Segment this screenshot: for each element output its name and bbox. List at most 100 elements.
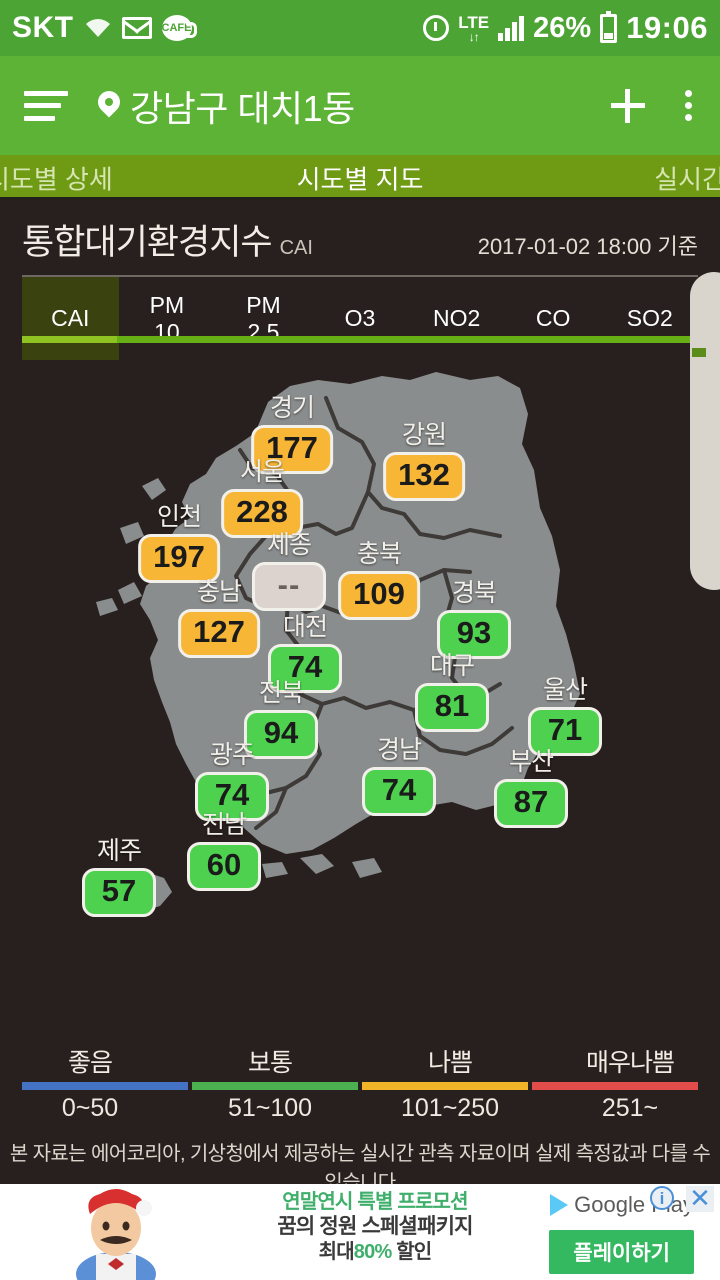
ad-banner[interactable]: 연말연시 특별 프로모션 꿈의 정원 스페셜패키지 최대80% 할인 Googl… xyxy=(0,1184,720,1280)
chef-character-image xyxy=(76,1189,156,1280)
ad-line-2: 꿈의 정원 스페셜패키지 xyxy=(277,1215,473,1239)
status-bar-left: SKT CAFE xyxy=(12,11,197,45)
wifi-icon xyxy=(84,16,112,40)
tab-so2-label: SO2 xyxy=(626,305,673,332)
clock-label: 19:06 xyxy=(626,10,708,45)
location-selector[interactable]: 강남구 대치1동 xyxy=(98,80,355,132)
region-name: 부산 xyxy=(508,748,554,776)
region-badge-incheon[interactable]: 인천 197 xyxy=(138,497,220,583)
region-name: 전남 xyxy=(201,811,247,839)
region-name: 경기 xyxy=(269,394,315,422)
mail-icon xyxy=(121,17,152,39)
tab-sido-map[interactable]: 시도별 지도 xyxy=(297,159,424,196)
page-subtitle: CAI xyxy=(279,237,313,259)
region-name: 충북 xyxy=(356,540,402,568)
timestamp-label: 2017-01-02 18:00 기준 xyxy=(477,234,698,259)
legend-range-bad: 101~250 xyxy=(400,1094,500,1122)
legend-labels: 좋음 보통 나쁨 매우나쁨 xyxy=(0,1043,720,1082)
legend-label-bad: 나쁨 xyxy=(427,1049,473,1077)
tab-cai[interactable]: CAI xyxy=(22,277,119,360)
hamburger-menu-icon[interactable] xyxy=(24,90,68,121)
google-play-icon xyxy=(550,1194,569,1216)
region-name: 세종 xyxy=(266,531,312,559)
region-badge-chungbuk[interactable]: 충북 109 xyxy=(338,534,420,620)
region-value: 132 xyxy=(383,452,465,501)
overflow-menu-icon[interactable] xyxy=(681,86,696,125)
ad-line-3: 최대80% 할인 xyxy=(250,1240,500,1264)
region-value: 109 xyxy=(338,571,420,620)
network-arrows: ↓↑ xyxy=(468,29,480,44)
region-badge-gangwon[interactable]: 강원 132 xyxy=(383,415,465,501)
region-value: 87 xyxy=(494,779,568,828)
carrier-label: SKT xyxy=(12,11,74,44)
tab-o3[interactable]: O3 xyxy=(312,277,409,360)
close-icon[interactable]: ✕ xyxy=(686,1185,714,1212)
region-name: 대전 xyxy=(282,613,328,641)
google-play-label: Google Play xyxy=(574,1192,694,1217)
legend-range-verybad: 251~ xyxy=(601,1094,659,1122)
region-name: 제주 xyxy=(96,837,142,865)
ad-copy: 연말연시 특별 프로모션 꿈의 정원 스페셜패키지 최대80% 할인 xyxy=(250,1190,500,1264)
tab-pm25[interactable]: PM 2.5 xyxy=(215,277,312,360)
korea-map[interactable]: 경기 177 강원 132 서울 228 인천 197 세종 -- 충북 109… xyxy=(0,358,720,1038)
region-name: 광주 xyxy=(209,741,255,769)
app-bar-actions xyxy=(611,86,696,125)
legend-label-normal: 보통 xyxy=(247,1049,293,1077)
tab-realtime[interactable]: 실시간 xyxy=(654,159,720,196)
tab-no2-label: NO2 xyxy=(432,305,481,332)
region-value: 127 xyxy=(178,609,260,658)
ad-line-3-post: 할인 xyxy=(391,1241,432,1263)
tab-pm10-label-1: PM xyxy=(149,292,185,319)
legend-label-good: 좋음 xyxy=(67,1049,113,1077)
page-title: 통합대기환경지수 xyxy=(22,223,273,262)
tab-o3-label: O3 xyxy=(344,305,376,332)
add-location-button[interactable] xyxy=(611,88,645,123)
tab-sido-detail[interactable]: 시도별 상세 xyxy=(0,159,113,196)
battery-icon xyxy=(600,10,618,43)
tab-no2[interactable]: NO2 xyxy=(408,277,505,360)
region-badge-busan[interactable]: 부산 87 xyxy=(494,742,568,828)
region-name: 울산 xyxy=(542,676,588,704)
info-icon[interactable]: i xyxy=(650,1186,674,1210)
ad-line-3-pre: 최대 xyxy=(318,1241,355,1263)
legend-bar-good xyxy=(22,1082,188,1090)
region-name: 대구 xyxy=(429,652,475,680)
legend-ranges: 0~50 51~100 101~250 251~ xyxy=(0,1090,720,1123)
tab-cai-label: CAI xyxy=(51,305,90,332)
legend-range-normal: 51~100 xyxy=(227,1094,313,1122)
legend-label-verybad: 매우나쁨 xyxy=(585,1049,675,1077)
top-tab-bar: 시도별 상세 시도별 지도 실시간 xyxy=(0,155,720,200)
tab-pm25-label-1: PM xyxy=(246,292,281,319)
status-bar: SKT CAFE LTE ↓↑ 26% 19:06 xyxy=(0,0,720,56)
network-type-label: LTE xyxy=(458,12,490,32)
legend-range-good: 0~50 xyxy=(61,1094,119,1122)
signal-icon xyxy=(498,15,525,41)
region-value: -- xyxy=(252,562,326,611)
side-panel-handle-icon[interactable] xyxy=(692,348,706,357)
card-header: 통합대기환경지수 CAI 2017-01-02 18:00 기준 xyxy=(0,200,720,277)
tab-pm10[interactable]: PM 10 xyxy=(119,277,216,360)
region-badge-jeju[interactable]: 제주 57 xyxy=(82,831,156,917)
tab-co[interactable]: CO xyxy=(505,277,602,360)
region-badge-jeonnam[interactable]: 전남 60 xyxy=(187,805,261,891)
region-name: 서울 xyxy=(239,458,285,486)
region-name: 강원 xyxy=(401,421,447,449)
status-bar-right: LTE ↓↑ 26% 19:06 xyxy=(423,10,708,46)
region-badge-daegu[interactable]: 대구 81 xyxy=(415,646,489,732)
tab-co-label: CO xyxy=(535,305,571,332)
region-badge-chungnam[interactable]: 충남 127 xyxy=(178,572,260,658)
legend-color-bars xyxy=(22,1082,698,1090)
pollutant-tab-active-indicator xyxy=(22,336,117,343)
region-name: 경북 xyxy=(451,579,497,607)
region-value: 60 xyxy=(187,842,261,891)
region-badge-sejong[interactable]: 세종 -- xyxy=(252,525,326,611)
tab-so2[interactable]: SO2 xyxy=(601,277,698,360)
region-name: 인천 xyxy=(156,503,202,531)
battery-percent-label: 26% xyxy=(533,11,592,44)
region-badge-gyeongnam[interactable]: 경남 74 xyxy=(362,730,436,816)
card-header-row: 통합대기환경지수 CAI 2017-01-02 18:00 기준 xyxy=(22,214,698,265)
ad-discount: 80% xyxy=(353,1241,392,1263)
pollutant-tab-bar: CAI PM 10 PM 2.5 O3 NO2 CO SO2 xyxy=(22,277,698,360)
location-pin-icon xyxy=(98,91,120,121)
ad-cta-button[interactable]: 플레이하기 xyxy=(549,1230,694,1274)
